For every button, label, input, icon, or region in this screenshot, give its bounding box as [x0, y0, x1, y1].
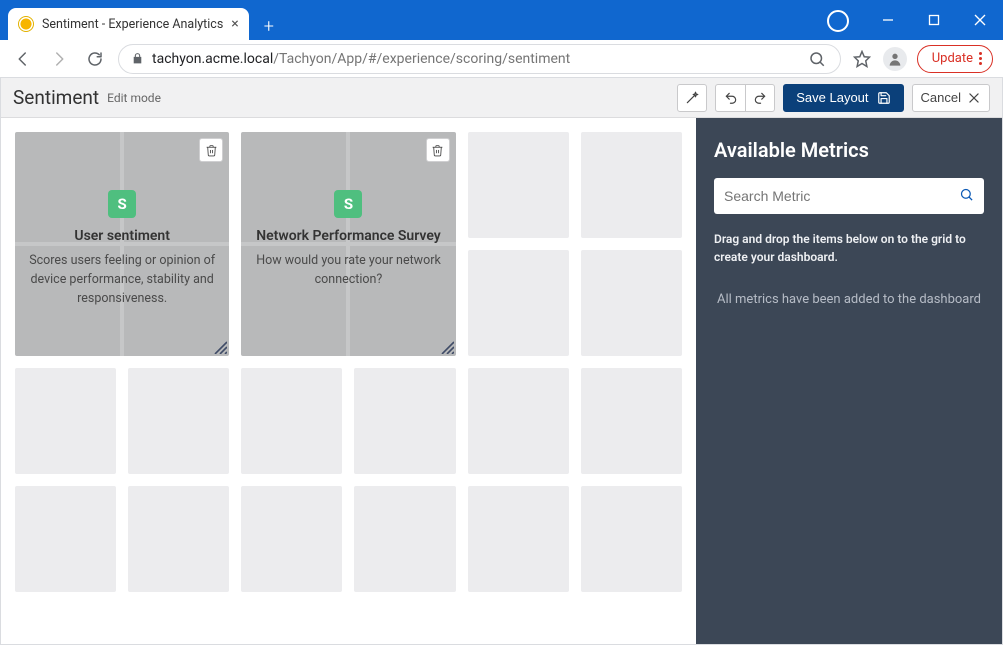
trash-icon — [431, 144, 444, 157]
undo-button[interactable] — [715, 84, 745, 112]
trash-icon — [205, 144, 218, 157]
profile-badge-icon[interactable] — [827, 10, 849, 32]
metric-tile[interactable]: S Network Performance Survey How would y… — [241, 132, 455, 356]
browser-tab[interactable]: Sentiment - Experience Analytics × — [8, 8, 249, 40]
empty-slot[interactable] — [468, 368, 569, 474]
new-tab-button[interactable]: + — [255, 12, 283, 40]
save-icon — [877, 91, 891, 105]
metric-tile[interactable]: S User sentiment Scores users feeling or… — [15, 132, 229, 356]
save-layout-button[interactable]: Save Layout — [783, 84, 903, 112]
omnibox-search-icon[interactable] — [806, 48, 828, 70]
empty-slot[interactable] — [15, 486, 116, 592]
url-path: /Tachyon/App/#/experience/scoring/sentim… — [273, 51, 570, 67]
app-header: Sentiment Edit mode Save Layout Cancel — [1, 78, 1002, 118]
sentiment-icon: S — [108, 190, 136, 218]
dashboard-grid[interactable]: S User sentiment Scores users feeling or… — [15, 132, 682, 592]
dashboard-grid-pane: S User sentiment Scores users feeling or… — [1, 118, 696, 644]
forward-button[interactable] — [46, 46, 72, 72]
lock-icon — [131, 52, 144, 65]
tab-title: Sentiment - Experience Analytics — [42, 17, 223, 32]
magic-wand-button[interactable] — [677, 84, 707, 112]
tile-description: Scores users feeling or opinion of devic… — [29, 252, 215, 308]
empty-slot[interactable] — [128, 368, 229, 474]
reload-button[interactable] — [82, 46, 108, 72]
tab-strip: Sentiment - Experience Analytics × + — [0, 0, 827, 40]
empty-slot[interactable] — [15, 368, 116, 474]
minimize-button[interactable] — [865, 0, 911, 40]
tile-title: Network Performance Survey — [256, 228, 441, 244]
panel-title: Available Metrics — [714, 138, 984, 162]
undo-redo-group — [715, 84, 775, 112]
panel-empty-message: All metrics have been added to the dashb… — [714, 292, 984, 307]
save-layout-label: Save Layout — [796, 90, 868, 105]
empty-slot[interactable] — [241, 368, 342, 474]
update-label: Update — [932, 51, 973, 66]
tab-favicon — [18, 16, 34, 32]
empty-slot[interactable] — [354, 368, 455, 474]
empty-slot[interactable] — [581, 250, 682, 356]
search-input[interactable] — [724, 188, 959, 204]
kebab-menu-icon[interactable] — [979, 52, 982, 65]
browser-toolbar: tachyon.acme.local/Tachyon/App/#/experie… — [0, 40, 1003, 78]
empty-slot[interactable] — [468, 250, 569, 356]
tile-title: User sentiment — [74, 228, 170, 244]
address-bar[interactable]: tachyon.acme.local/Tachyon/App/#/experie… — [118, 44, 841, 74]
cancel-button[interactable]: Cancel — [912, 84, 990, 112]
app-body: S User sentiment Scores users feeling or… — [1, 118, 1002, 644]
page-title: Sentiment — [13, 86, 99, 109]
empty-slot[interactable] — [581, 368, 682, 474]
empty-slot[interactable] — [581, 486, 682, 592]
update-button[interactable]: Update — [917, 45, 993, 73]
window-close-button[interactable] — [957, 0, 1003, 40]
resize-icon — [211, 338, 227, 354]
edit-mode-label: Edit mode — [107, 91, 161, 105]
empty-slot[interactable] — [128, 486, 229, 592]
profile-avatar-icon[interactable] — [883, 47, 907, 71]
empty-slot[interactable] — [468, 486, 569, 592]
delete-tile-button[interactable] — [199, 138, 223, 162]
resize-icon — [438, 338, 454, 354]
resize-handle[interactable] — [438, 338, 454, 354]
empty-slot[interactable] — [468, 132, 569, 238]
close-tab-icon[interactable]: × — [231, 16, 238, 32]
redo-button[interactable] — [745, 84, 775, 112]
search-metric-field[interactable] — [714, 178, 984, 214]
search-icon[interactable] — [959, 187, 974, 206]
url-host: tachyon.acme.local — [152, 51, 273, 67]
empty-slot[interactable] — [354, 486, 455, 592]
panel-hint: Drag and drop the items below on to the … — [714, 230, 984, 266]
close-icon — [967, 91, 981, 105]
tile-description: How would you rate your network connecti… — [255, 252, 441, 290]
resize-handle[interactable] — [211, 338, 227, 354]
window-titlebar: Sentiment - Experience Analytics × + — [0, 0, 1003, 40]
empty-slot[interactable] — [241, 486, 342, 592]
bookmark-star-icon[interactable] — [851, 48, 873, 70]
cancel-label: Cancel — [921, 90, 961, 105]
sentiment-icon: S — [334, 190, 362, 218]
delete-tile-button[interactable] — [426, 138, 450, 162]
maximize-button[interactable] — [911, 0, 957, 40]
window-controls — [865, 0, 1003, 40]
app-frame: Sentiment Edit mode Save Layout Cancel — [0, 78, 1003, 645]
available-metrics-panel: Available Metrics Drag and drop the item… — [696, 118, 1002, 644]
empty-slot[interactable] — [581, 132, 682, 238]
url-text: tachyon.acme.local/Tachyon/App/#/experie… — [152, 51, 798, 67]
back-button[interactable] — [10, 46, 36, 72]
